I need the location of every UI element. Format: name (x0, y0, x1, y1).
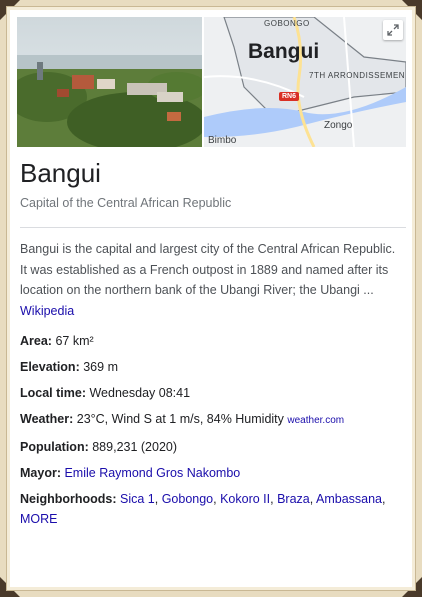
frame-corner-icon (402, 577, 422, 597)
fact-local-time: Local time: Wednesday 08:41 (20, 383, 404, 403)
divider (20, 227, 406, 228)
fact-elevation: Elevation: 369 m (20, 357, 404, 377)
fact-label[interactable]: Mayor: (20, 466, 61, 480)
fact-label[interactable]: Weather: (20, 412, 73, 426)
map-label-bimbo: Bimbo (208, 135, 237, 146)
fact-label[interactable]: Elevation: (20, 360, 80, 374)
description-text: Bangui is the capital and largest city o… (20, 242, 396, 297)
fact-population: Population: 889,231 (2020) (20, 437, 404, 457)
fact-value: 889,231 (2020) (92, 440, 178, 454)
fact-area: Area: 67 km² (20, 331, 404, 351)
more-neighborhoods-link[interactable]: MORE (20, 512, 58, 526)
entity-subtitle: Capital of the Central African Republic (20, 196, 232, 210)
neighborhood-link[interactable]: Sica 1 (120, 492, 155, 506)
fact-label[interactable]: Area: (20, 334, 52, 348)
expand-icon (387, 24, 399, 36)
map-label-gobongo: GOBONGO (264, 19, 310, 28)
fact-label[interactable]: Local time: (20, 386, 86, 400)
fact-label[interactable]: Neighborhoods: (20, 492, 117, 506)
road-shield-rn6: RN6 (279, 92, 300, 101)
neighborhood-link[interactable]: Braza (277, 492, 310, 506)
wikipedia-link[interactable]: Wikipedia (20, 304, 74, 318)
neighborhood-link[interactable]: Ambassana (316, 492, 382, 506)
neighborhood-link[interactable]: Gobongo (162, 492, 213, 506)
map-label-zongo: Zongo (324, 120, 353, 131)
fact-neighborhoods: Neighborhoods: Sica 1, Gobongo, Kokoro I… (20, 492, 386, 526)
fact-value: 23°C, Wind S at 1 m/s, 84% Humidity (76, 412, 284, 426)
fact-label[interactable]: Population: (20, 440, 89, 454)
city-map[interactable]: GOBONGO Bangui 7TH ARRONDISSEMEN RN6 Zon… (204, 17, 406, 147)
frame-corner-icon (0, 577, 20, 597)
weather-source-link[interactable]: weather.com (287, 415, 344, 426)
neighborhood-link[interactable]: Kokoro II (220, 492, 270, 506)
city-photo[interactable] (17, 17, 202, 147)
fact-weather: Weather: 23°C, Wind S at 1 m/s, 84% Humi… (20, 409, 404, 431)
map-label-arrondissement: 7TH ARRONDISSEMEN (309, 71, 406, 80)
fact-value: Wednesday 08:41 (89, 386, 191, 400)
entity-description: Bangui is the capital and largest city o… (20, 239, 404, 321)
map-city-label: Bangui (248, 40, 320, 63)
mayor-link[interactable]: Emile Raymond Gros Nakombo (64, 466, 240, 480)
fact-value: 67 km² (55, 334, 94, 348)
fact-value: 369 m (83, 360, 118, 374)
facts-list: Area: 67 km² Elevation: 369 m Local time… (20, 331, 404, 535)
expand-map-button[interactable] (383, 20, 403, 40)
entity-title: Bangui (20, 158, 101, 188)
fact-mayor: Mayor: Emile Raymond Gros Nakombo (20, 463, 404, 483)
